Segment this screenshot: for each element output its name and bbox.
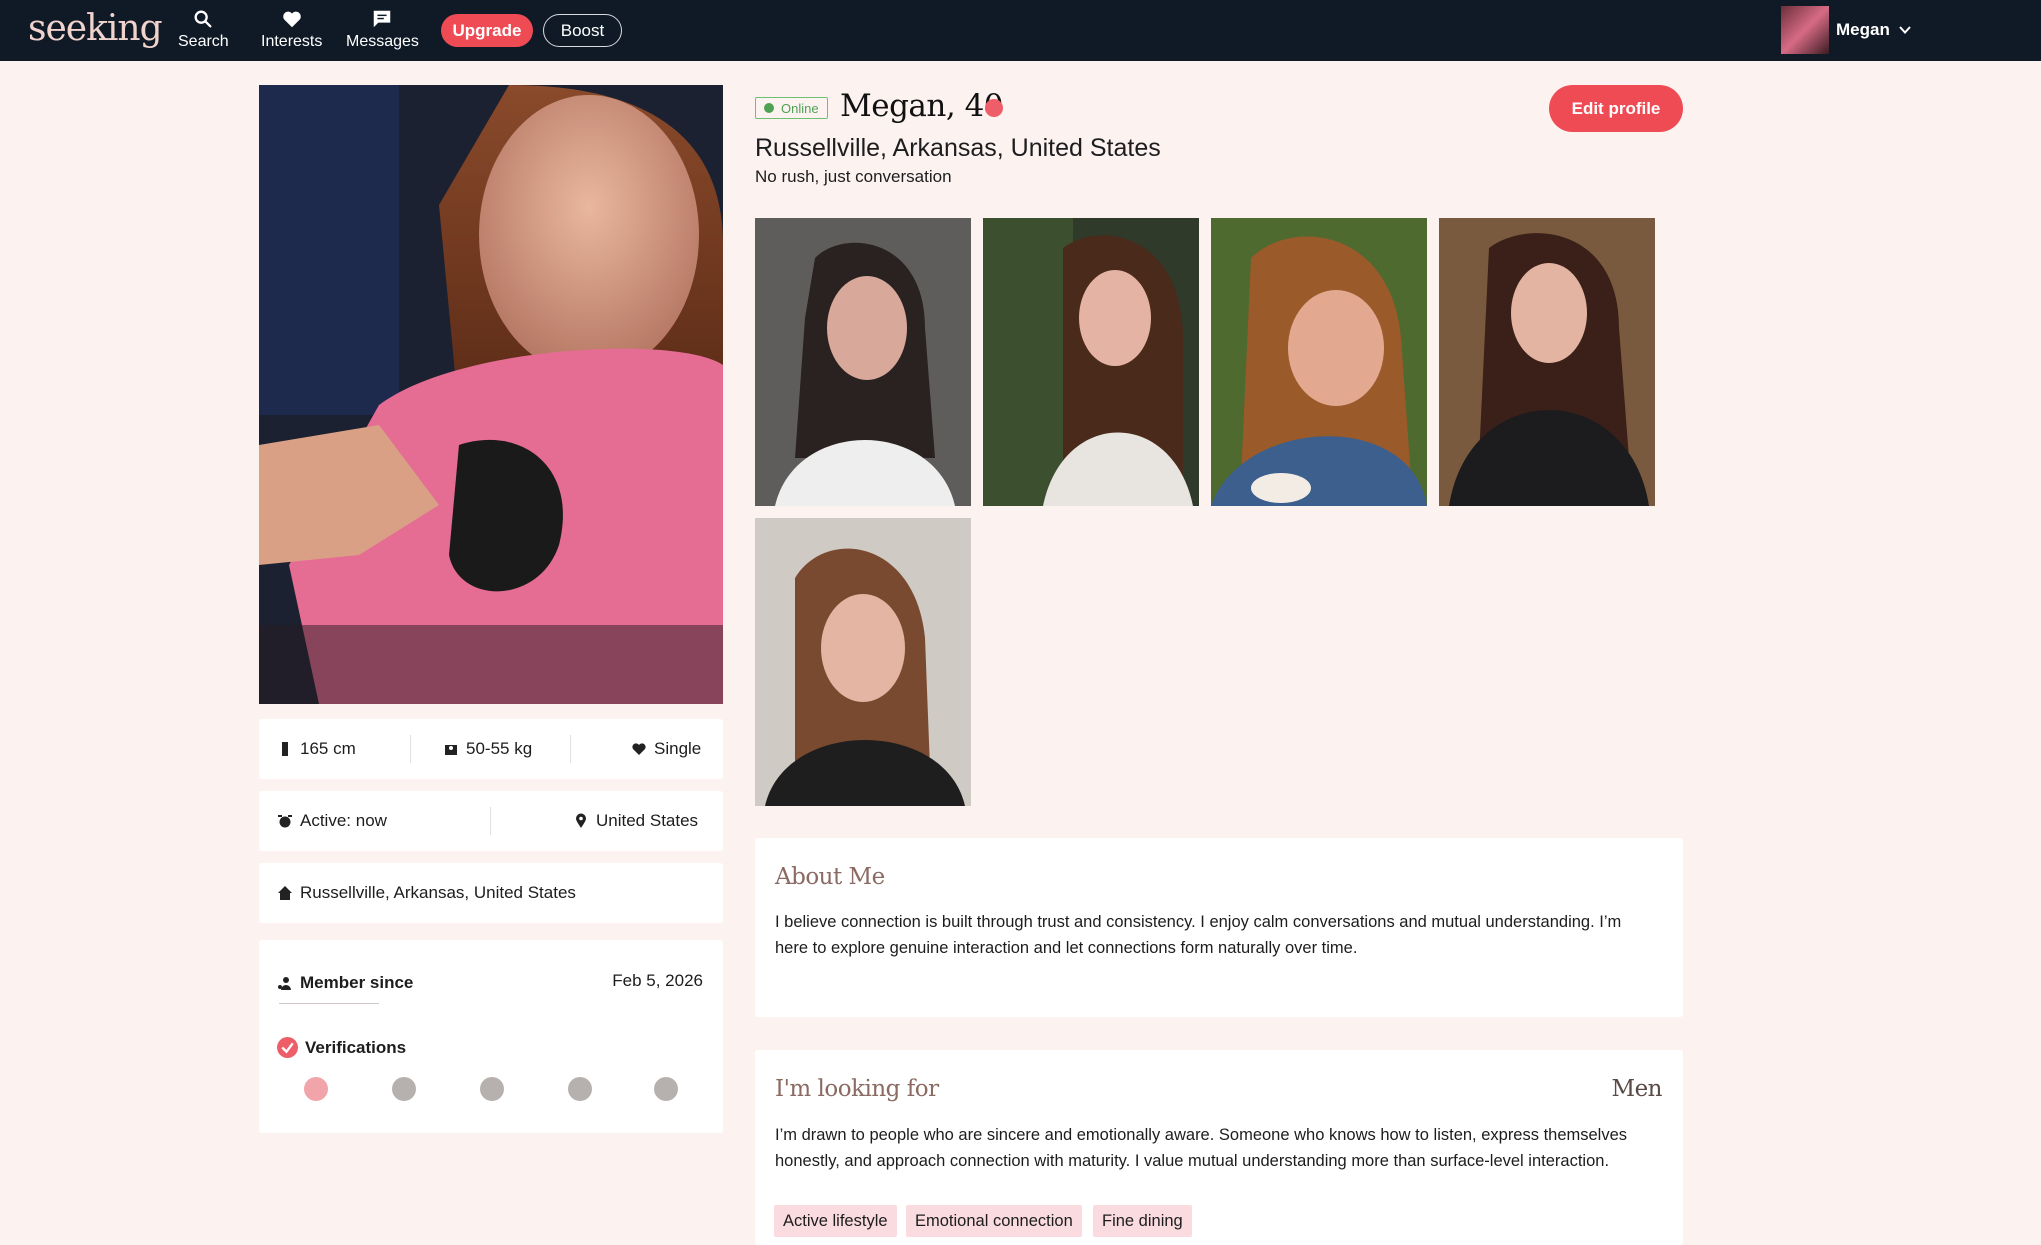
id-card-icon[interactable]	[480, 1077, 504, 1101]
divider	[490, 807, 491, 835]
divider	[570, 735, 571, 763]
active-stat: Active: now	[277, 811, 387, 831]
avatar	[1781, 6, 1829, 54]
nav-search-label: Search	[178, 33, 229, 50]
boost-button[interactable]: Boost	[543, 14, 622, 47]
home-card: Russellville, Arkansas, United States	[259, 863, 723, 923]
top-navigation-bar: seeking Search Interests Messages Upgrad…	[0, 0, 2041, 61]
photo-thumbnail[interactable]	[755, 518, 971, 806]
profile-location: Russellville, Arkansas, United States	[755, 134, 1161, 162]
photo-thumbnail[interactable]	[1439, 218, 1655, 506]
profile-icon[interactable]	[392, 1077, 416, 1101]
height-value: 165 cm	[300, 739, 356, 758]
weight-icon	[445, 745, 457, 755]
online-badge: Online	[755, 97, 828, 119]
photo-thumbnail[interactable]	[1211, 218, 1427, 506]
online-dot-icon	[764, 103, 774, 113]
looking-for-text: I’m drawn to people who are sincere and …	[775, 1126, 1628, 1170]
home-icon	[278, 886, 292, 900]
main-photo-image	[259, 85, 723, 704]
nav-messages[interactable]: Messages	[346, 8, 419, 51]
photo-image	[755, 218, 971, 506]
photo-verified-icon[interactable]	[304, 1077, 328, 1101]
home-value: Russellville, Arkansas, United States	[300, 883, 576, 902]
member-since-stat: Member since	[277, 973, 413, 993]
photo-image	[755, 518, 971, 806]
linkedin-icon[interactable]	[654, 1077, 678, 1101]
about-me-text: I believe connection is built through tr…	[775, 913, 1622, 957]
check-circle-icon	[277, 1037, 298, 1058]
nav-search[interactable]: Search	[178, 8, 229, 51]
member-icon	[278, 977, 291, 990]
chat-icon	[374, 10, 391, 28]
alarm-icon	[278, 815, 292, 828]
home-stat: Russellville, Arkansas, United States	[277, 883, 576, 903]
membership-card: Member since Feb 5, 2026 Verifications	[259, 940, 723, 1133]
photo-image	[1439, 218, 1655, 506]
search-icon	[194, 10, 212, 28]
looking-for-title: I'm looking for	[775, 1076, 939, 1102]
looking-for-target: Men	[1611, 1076, 1663, 1102]
weight-value: 50-55 kg	[466, 739, 533, 758]
divider	[279, 1003, 379, 1004]
country-stat: United States	[573, 811, 698, 831]
photo-image	[983, 218, 1199, 506]
profile-name: Megan, 40	[840, 88, 1004, 124]
facebook-icon[interactable]	[568, 1077, 592, 1101]
user-name: Megan	[1836, 20, 1890, 39]
heart-icon	[632, 743, 646, 755]
verifications-stat: Verifications	[277, 1037, 406, 1058]
about-me-title: About Me	[775, 864, 885, 890]
relationship-value: Single	[654, 739, 702, 758]
location-pin-icon	[576, 813, 586, 828]
nav-interests[interactable]: Interests	[261, 8, 322, 51]
interest-tag[interactable]: Active lifestyle	[774, 1205, 897, 1237]
profile-tagline: No rush, just conversation	[755, 167, 952, 186]
user-menu[interactable]: Megan	[1781, 6, 1912, 54]
verifications-label: Verifications	[305, 1037, 407, 1057]
activity-card: Active: now United States	[259, 791, 723, 851]
main-profile-photo[interactable]	[259, 85, 723, 704]
online-label: Online	[781, 100, 819, 116]
nav-interests-label: Interests	[261, 33, 323, 50]
height-stat: 165 cm	[277, 739, 356, 759]
interest-tag[interactable]: Fine dining	[1093, 1205, 1192, 1237]
member-since-date: Feb 5, 2026	[612, 971, 703, 990]
member-since-label: Member since	[300, 973, 414, 992]
heart-icon	[282, 11, 301, 28]
upgrade-button[interactable]: Upgrade	[441, 14, 533, 47]
height-icon	[282, 742, 288, 756]
nav-messages-label: Messages	[346, 33, 419, 50]
verified-badge-icon	[985, 99, 1003, 117]
relationship-stat: Single	[631, 739, 701, 759]
weight-stat: 50-55 kg	[443, 739, 532, 759]
about-me-section: About Me I believe connection is built t…	[755, 838, 1683, 1017]
edit-profile-button[interactable]: Edit profile	[1549, 85, 1683, 132]
active-value: Active: now	[300, 811, 387, 830]
logo[interactable]: seeking	[28, 8, 163, 49]
country-value: United States	[596, 811, 699, 830]
chevron-down-icon	[1899, 26, 1911, 34]
photo-thumbnail[interactable]	[983, 218, 1199, 506]
divider	[410, 735, 411, 763]
photo-thumbnail[interactable]	[755, 218, 971, 506]
photo-image	[1211, 218, 1427, 506]
interest-tag[interactable]: Emotional connection	[906, 1205, 1082, 1237]
physical-stats-card: 165 cm 50-55 kg Single	[259, 719, 723, 779]
